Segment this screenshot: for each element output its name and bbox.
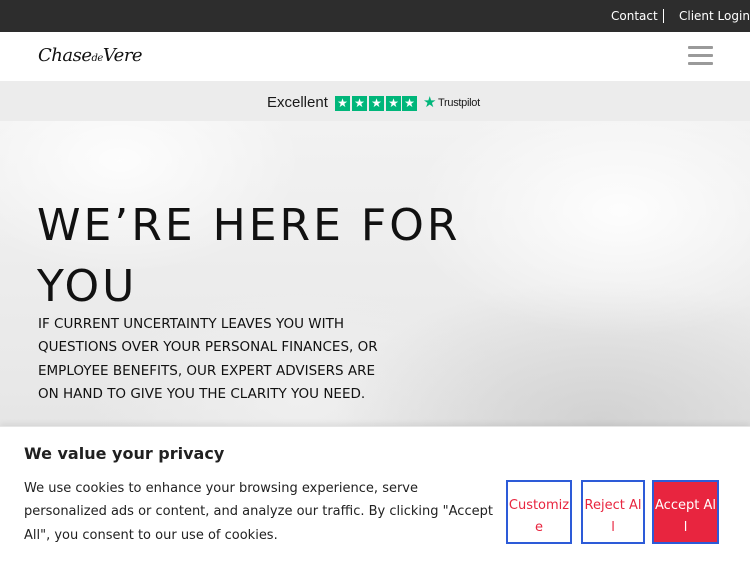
star-icon: ★	[402, 96, 417, 111]
logo-text-vere: Vere	[102, 45, 143, 66]
chase-de-vere-logo[interactable]: ChasedeVere	[38, 45, 143, 66]
hamburger-line	[688, 46, 713, 49]
star-icon: ★	[369, 96, 384, 111]
cookie-banner-text: We use cookies to enhance your browsing …	[24, 481, 493, 543]
star-icon: ★	[386, 96, 401, 111]
topbar-divider	[663, 9, 664, 23]
site-header: ChasedeVere	[0, 32, 750, 81]
accept-all-button[interactable]: Accept All	[652, 480, 719, 544]
hamburger-menu-icon[interactable]	[688, 46, 713, 66]
reject-all-button[interactable]: Reject All	[581, 480, 645, 544]
hamburger-line	[688, 62, 713, 65]
logo-text-chase: Chase	[38, 45, 92, 66]
trustpilot-logo-star-icon: ★	[423, 93, 437, 111]
star-icon: ★	[335, 96, 350, 111]
star-icon: ★	[352, 96, 367, 111]
hero-body: IF CURRENT UNCERTAINTY LEAVES YOU WITH Q…	[38, 316, 378, 403]
top-utility-bar: Contact Client Login	[0, 0, 750, 32]
client-login-link[interactable]: Client Login	[679, 9, 750, 23]
cookie-banner-title: We value your privacy	[24, 444, 225, 463]
trustpilot-banner[interactable]: Excellent ★ ★ ★ ★ ★ ★ Trustpilot	[0, 81, 750, 121]
cookie-consent-banner: We value your privacy We use cookies to …	[0, 426, 750, 563]
contact-link[interactable]: Contact	[611, 9, 658, 23]
trustpilot-brand: Trustpilot	[438, 97, 480, 109]
logo-text-de: de	[91, 53, 104, 64]
customize-button[interactable]: Customize	[506, 480, 572, 544]
hero-title: WE’RE HERE FOR YOU	[37, 200, 461, 312]
trustpilot-rating-label: Excellent	[267, 94, 328, 111]
hamburger-line	[688, 54, 713, 57]
